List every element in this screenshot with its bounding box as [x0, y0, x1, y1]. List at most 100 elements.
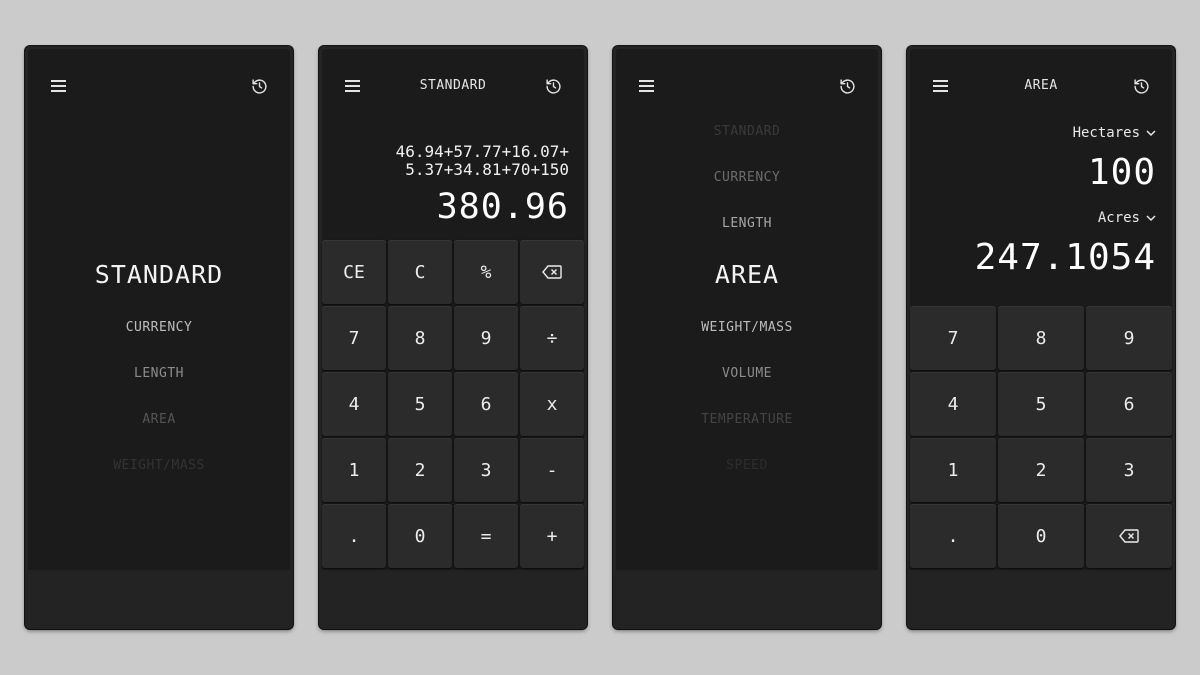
mode-item-currency[interactable]: CURRENCY	[28, 320, 290, 335]
digit-6-key[interactable]: 6	[1086, 372, 1172, 436]
digit-5-key[interactable]: 5	[998, 372, 1084, 436]
key-label: %	[480, 261, 492, 283]
key-label: .	[947, 525, 959, 547]
key-label: .	[348, 525, 360, 547]
key-label: +	[546, 525, 558, 547]
digit-3-key[interactable]: 3	[454, 438, 518, 502]
key-label: 1	[348, 459, 360, 481]
digit-0-key[interactable]: 0	[388, 504, 452, 568]
from-value-display: 100	[1087, 152, 1156, 193]
screen: STANDARD 46.94+57.77+16.07+ 5.37+34.81+7…	[322, 49, 584, 570]
add-key[interactable]: +	[520, 504, 584, 568]
digit-7-key[interactable]: 7	[322, 306, 386, 370]
subtract-key[interactable]: -	[520, 438, 584, 502]
bottom-bar	[319, 570, 587, 629]
key-label: 8	[414, 327, 426, 349]
bottom-bar	[25, 570, 293, 629]
mode-item-area[interactable]: AREA	[28, 412, 290, 427]
key-label: x	[546, 393, 558, 415]
backspace-icon	[1119, 529, 1139, 543]
to-unit-dropdown[interactable]: Acres	[1098, 210, 1156, 226]
chevron-down-icon	[1146, 214, 1156, 221]
mode-item-temperature[interactable]: TEMPERATURE	[616, 412, 878, 427]
digit-6-key[interactable]: 6	[454, 372, 518, 436]
history-icon[interactable]	[1133, 78, 1150, 95]
digit-4-key[interactable]: 4	[322, 372, 386, 436]
key-label: =	[480, 525, 492, 547]
digit-1-key[interactable]: 1	[910, 438, 996, 502]
from-unit-label: Hectares	[1072, 125, 1140, 141]
bottom-bar	[907, 570, 1175, 629]
key-label: 3	[1123, 459, 1135, 481]
key-label: ÷	[546, 327, 558, 349]
menu-icon[interactable]	[639, 80, 654, 92]
mode-item-weight-mass[interactable]: WEIGHT/MASS	[28, 458, 290, 473]
mode-item-area[interactable]: AREA	[616, 260, 878, 289]
mode-item-length[interactable]: LENGTH	[616, 216, 878, 231]
menu-icon[interactable]	[51, 80, 66, 92]
bottom-bar	[613, 570, 881, 629]
to-unit-label: Acres	[1097, 210, 1140, 226]
backspace-key[interactable]	[520, 240, 584, 304]
mode-item-standard[interactable]: STANDARD	[616, 124, 878, 139]
key-label: 3	[480, 459, 492, 481]
phone-mode-picker-area: STANDARD CURRENCY LENGTH AREA WEIGHT/MASS VOL…	[613, 46, 881, 629]
digit-8-key[interactable]: 8	[388, 306, 452, 370]
digit-0-key[interactable]: 0	[998, 504, 1084, 568]
backspace-key[interactable]	[1086, 504, 1172, 568]
from-unit-dropdown[interactable]: Hectares	[1073, 125, 1156, 141]
clear-key[interactable]: C	[388, 240, 452, 304]
digit-8-key[interactable]: 8	[998, 306, 1084, 370]
key-label: 1	[947, 459, 959, 481]
decimal-key[interactable]: .	[322, 504, 386, 568]
digit-9-key[interactable]: 9	[454, 306, 518, 370]
key-label: 9	[1123, 327, 1135, 349]
digit-7-key[interactable]: 7	[910, 306, 996, 370]
mode-item-standard[interactable]: STANDARD	[28, 260, 290, 289]
mode-item-speed[interactable]: SPEED	[616, 458, 878, 473]
chevron-down-icon	[1146, 129, 1156, 136]
key-label: 4	[947, 393, 959, 415]
key-label: 2	[414, 459, 426, 481]
key-label: 2	[1035, 459, 1047, 481]
mode-item-weight-mass[interactable]: WEIGHT/MASS	[616, 320, 878, 335]
backspace-icon	[542, 265, 562, 279]
key-label: C	[414, 261, 426, 283]
digit-2-key[interactable]: 2	[388, 438, 452, 502]
keypad: CE C% 7 8 9 ÷ 4 5 6 x 1 2 3 -. 0 = +	[322, 240, 584, 568]
key-label: 6	[1123, 393, 1135, 415]
divide-key[interactable]: ÷	[520, 306, 584, 370]
history-icon[interactable]	[545, 78, 562, 95]
phone-area-converter: AREA Hectares 100 Acres 247.1054 7894561…	[907, 46, 1175, 629]
digit-3-key[interactable]: 3	[1086, 438, 1172, 502]
to-value-display: 247.1054	[974, 237, 1156, 278]
key-label: 7	[947, 327, 959, 349]
key-label: 0	[1035, 525, 1047, 547]
digit-2-key[interactable]: 2	[998, 438, 1084, 502]
digit-9-key[interactable]: 9	[1086, 306, 1172, 370]
digit-4-key[interactable]: 4	[910, 372, 996, 436]
key-label: 6	[480, 393, 492, 415]
multiply-key[interactable]: x	[520, 372, 584, 436]
screen: STANDARD CURRENCY LENGTH AREA WEIGHT/MASS	[28, 49, 290, 570]
screen: AREA Hectares 100 Acres 247.1054 7894561…	[910, 49, 1172, 570]
key-label: 5	[1035, 393, 1047, 415]
history-icon[interactable]	[839, 78, 856, 95]
equals-key[interactable]: =	[454, 504, 518, 568]
clear-entry-key[interactable]: CE	[322, 240, 386, 304]
screen: STANDARD CURRENCY LENGTH AREA WEIGHT/MASS VOL…	[616, 49, 878, 570]
mode-item-volume[interactable]: VOLUME	[616, 366, 878, 381]
key-label: 0	[414, 525, 426, 547]
digit-1-key[interactable]: 1	[322, 438, 386, 502]
digit-5-key[interactable]: 5	[388, 372, 452, 436]
decimal-key[interactable]: .	[910, 504, 996, 568]
percent-key[interactable]: %	[454, 240, 518, 304]
key-label: 7	[348, 327, 360, 349]
key-label: -	[546, 459, 558, 481]
mode-item-currency[interactable]: CURRENCY	[616, 170, 878, 185]
result-display: 380.96	[436, 187, 569, 227]
key-label: 8	[1035, 327, 1047, 349]
mode-item-length[interactable]: LENGTH	[28, 366, 290, 381]
history-icon[interactable]	[251, 78, 268, 95]
phone-mode-picker-standard: STANDARD CURRENCY LENGTH AREA WEIGHT/MASS	[25, 46, 293, 629]
